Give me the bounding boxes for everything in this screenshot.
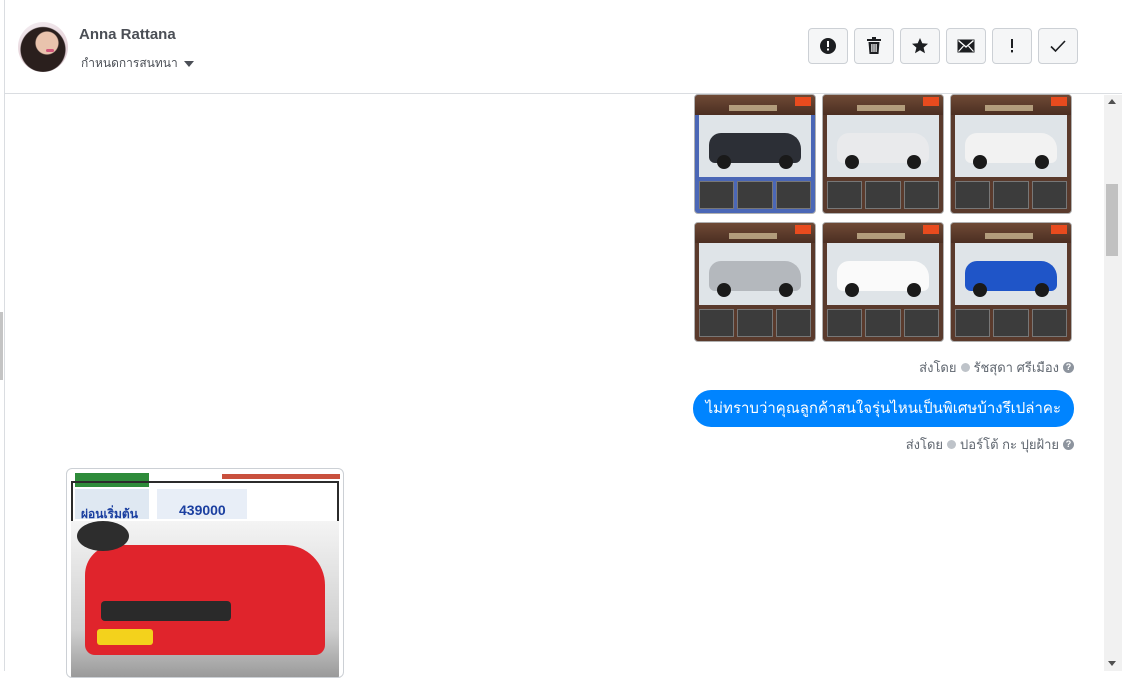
spam-button[interactable] (808, 28, 848, 64)
attachment-price: 439000 (179, 502, 226, 518)
help-icon[interactable]: ? (1063, 439, 1074, 450)
sent-by-info: ส่งโดย รัชสุดา ศรีเมือง ? (919, 357, 1074, 378)
caret-down-icon (183, 60, 194, 67)
verified-icon (947, 440, 957, 449)
spam-icon (820, 38, 836, 54)
scrollbar-thumb[interactable] (1106, 184, 1118, 256)
important-button[interactable] (992, 28, 1032, 64)
avatar[interactable] (18, 22, 68, 72)
conversation-settings-label: กำหนดการสนทนา (81, 56, 178, 70)
exclamation-icon (1011, 39, 1013, 53)
sent-by-info: ส่งโดย ปอร์โต้ กะ ปุยฝ้าย ? (906, 434, 1074, 455)
check-icon (1050, 40, 1066, 53)
car-image-thumbnail[interactable] (694, 222, 816, 342)
star-button[interactable] (900, 28, 940, 64)
car-image-thumbnail[interactable] (822, 94, 944, 214)
incoming-image-attachment[interactable]: ผ่อนเริ่มต้น 439000 (66, 468, 344, 678)
sender-name[interactable]: รัชสุดา ศรีเมือง (974, 357, 1060, 378)
trash-icon (867, 37, 881, 54)
car-image-thumbnail[interactable] (950, 222, 1072, 342)
scrollbar[interactable] (1104, 95, 1122, 671)
star-icon (912, 38, 928, 54)
mark-unread-button[interactable] (946, 28, 986, 64)
car-image-thumbnail[interactable] (950, 94, 1072, 214)
action-toolbar (808, 28, 1078, 64)
help-icon[interactable]: ? (1063, 362, 1074, 373)
car-image-thumbnail[interactable] (694, 94, 816, 214)
done-button[interactable] (1038, 28, 1078, 64)
car-image-thumbnail[interactable] (822, 222, 944, 342)
scroll-up-arrow-icon[interactable] (1108, 99, 1116, 104)
left-resize-handle[interactable] (0, 312, 3, 380)
sent-by-label: ส่งโดย (905, 437, 944, 452)
conversation-header: Anna Rattana กำหนดการสนทนา (5, 0, 1122, 94)
message-bubble-outgoing[interactable]: ไม่ทราบว่าคุณลูกค้าสนใจรุ่นไหนเป็นพิเศษบ… (692, 390, 1074, 427)
scroll-down-arrow-icon[interactable] (1108, 661, 1116, 666)
conversation-settings-dropdown[interactable]: กำหนดการสนทนา (81, 54, 194, 73)
image-grid (694, 94, 1074, 344)
verified-icon (960, 363, 970, 372)
envelope-icon (957, 39, 975, 53)
sender-name[interactable]: ปอร์โต้ กะ ปุยฝ้าย (960, 434, 1059, 455)
contact-name[interactable]: Anna Rattana (79, 26, 176, 43)
delete-button[interactable] (854, 28, 894, 64)
sent-by-label: ส่งโดย (919, 360, 957, 375)
